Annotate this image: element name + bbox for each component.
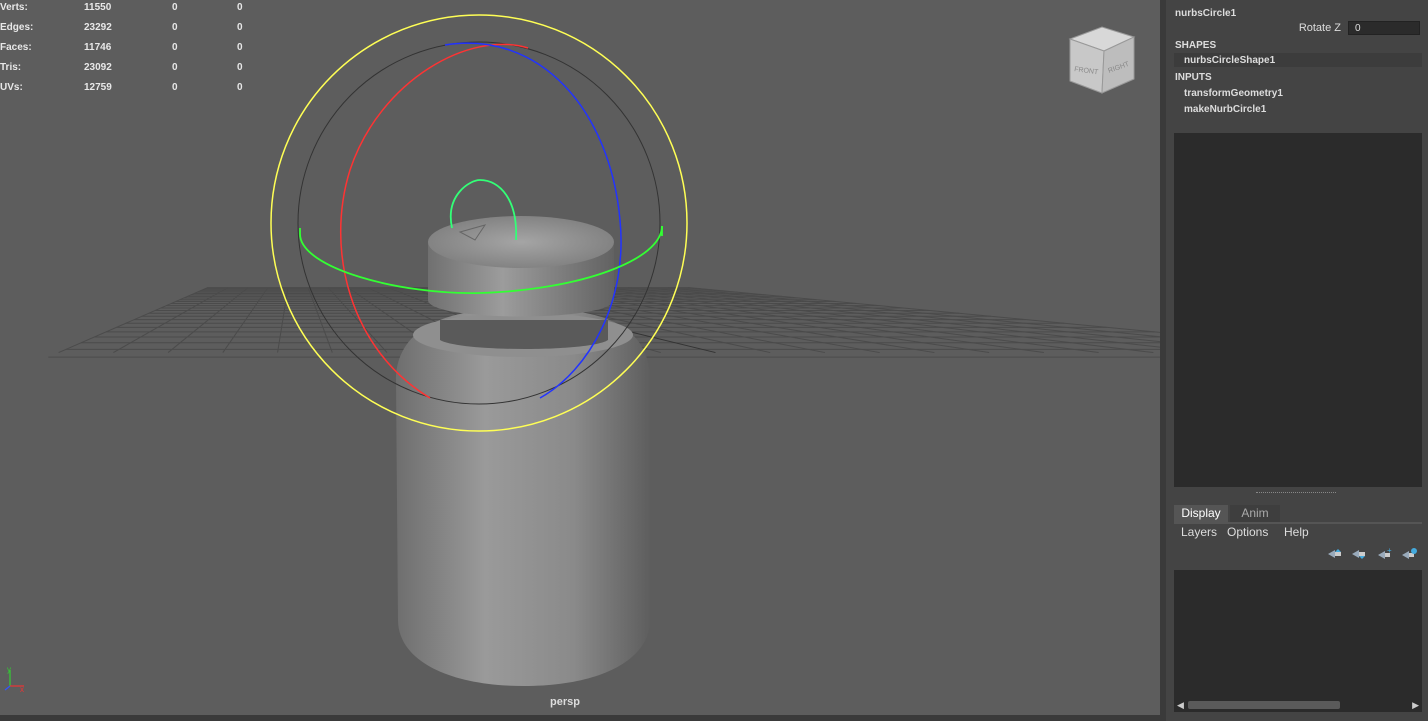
layer-list-scrollbar[interactable]: ◀ ▶	[1174, 698, 1422, 712]
hud-v2: 0	[172, 42, 178, 53]
hud-v3: 0	[237, 42, 243, 53]
hud-row: Verts: 11550 0 0	[0, 2, 260, 16]
viewport-bottom-border	[0, 715, 1166, 721]
panel-splitter-handle[interactable]	[1256, 492, 1336, 495]
hud-label: Edges:	[0, 22, 34, 33]
input-item-make-nurb-circle[interactable]: makeNurbCircle1	[1184, 104, 1266, 115]
hud-v2: 0	[172, 2, 178, 13]
camera-label: persp	[550, 696, 580, 708]
scroll-right-arrow-icon[interactable]: ▶	[1412, 700, 1419, 711]
viewport-scene[interactable]	[0, 0, 1160, 717]
svg-text:+: +	[1387, 546, 1392, 555]
hud-v1: 23292	[84, 22, 112, 33]
hud-v1: 23092	[84, 62, 112, 73]
hud-label: UVs:	[0, 82, 23, 93]
menu-options[interactable]: Options	[1227, 525, 1268, 539]
shape-item[interactable]: nurbsCircleShape1	[1174, 53, 1422, 67]
hud-v2: 0	[172, 62, 178, 73]
tab-anim[interactable]: Anim	[1230, 505, 1280, 522]
tab-display[interactable]: Display	[1174, 505, 1228, 522]
channel-box-empty-area	[1174, 133, 1422, 487]
channel-box: nurbsCircle1 Rotate Z SHAPES nurbsCircle…	[1166, 0, 1428, 493]
axis-indicator: y x	[4, 665, 24, 694]
bottle-neck	[440, 320, 608, 349]
view-cube[interactable]: FRONT RIGHT	[1066, 25, 1138, 97]
hud-label: Tris:	[0, 62, 22, 73]
perspective-viewport[interactable]: Verts: 11550 0 0 Edges: 23292 0 0 Faces: 11746 0 0 T…	[0, 0, 1160, 717]
shape-item-label: nurbsCircleShape1	[1184, 55, 1276, 66]
hud-label: Verts:	[0, 2, 28, 13]
channel-box-node-name[interactable]: nurbsCircle1	[1175, 8, 1236, 19]
layer-editor: Display Anim Layers Options Help + ◀ ▶	[1166, 503, 1428, 721]
hud-row: UVs: 12759 0 0	[0, 82, 260, 96]
hud-v3: 0	[237, 62, 243, 73]
move-layer-down-icon[interactable]	[1350, 546, 1368, 562]
right-side-panel: nurbsCircle1 Rotate Z SHAPES nurbsCircle…	[1166, 0, 1428, 721]
layer-list[interactable]	[1174, 570, 1422, 698]
hud-label: Faces:	[0, 42, 32, 53]
move-layer-up-icon[interactable]	[1326, 546, 1344, 562]
rotate-z-field[interactable]	[1348, 21, 1420, 35]
hud-v2: 0	[172, 22, 178, 33]
new-layer-selected-icon[interactable]	[1400, 546, 1418, 562]
hud-v3: 0	[237, 82, 243, 93]
hud-v1: 11550	[84, 2, 112, 13]
hud-v1: 11746	[84, 42, 112, 53]
hud-row: Faces: 11746 0 0	[0, 42, 260, 56]
hud-row: Tris: 23092 0 0	[0, 62, 260, 76]
new-layer-icon[interactable]: +	[1376, 546, 1394, 562]
menu-layers[interactable]: Layers	[1181, 525, 1217, 539]
inputs-header: INPUTS	[1175, 72, 1212, 83]
hud-v3: 0	[237, 2, 243, 13]
scroll-left-arrow-icon[interactable]: ◀	[1177, 700, 1184, 711]
input-item-transform-geometry[interactable]: transformGeometry1	[1184, 88, 1283, 99]
hud-v3: 0	[237, 22, 243, 33]
hud-v2: 0	[172, 82, 178, 93]
bottle-cap-top	[428, 216, 614, 268]
bottle-body	[396, 312, 650, 686]
axis-y-label: y	[7, 665, 11, 674]
tab-strip	[1174, 522, 1422, 524]
shapes-header: SHAPES	[1175, 40, 1217, 51]
menu-help[interactable]: Help	[1284, 525, 1309, 539]
hud-v1: 12759	[84, 82, 112, 93]
rotate-z-label[interactable]: Rotate Z	[1298, 22, 1341, 34]
axis-x-label: x	[20, 685, 24, 694]
scrollbar-thumb[interactable]	[1188, 701, 1340, 709]
hud-row: Edges: 23292 0 0	[0, 22, 260, 36]
